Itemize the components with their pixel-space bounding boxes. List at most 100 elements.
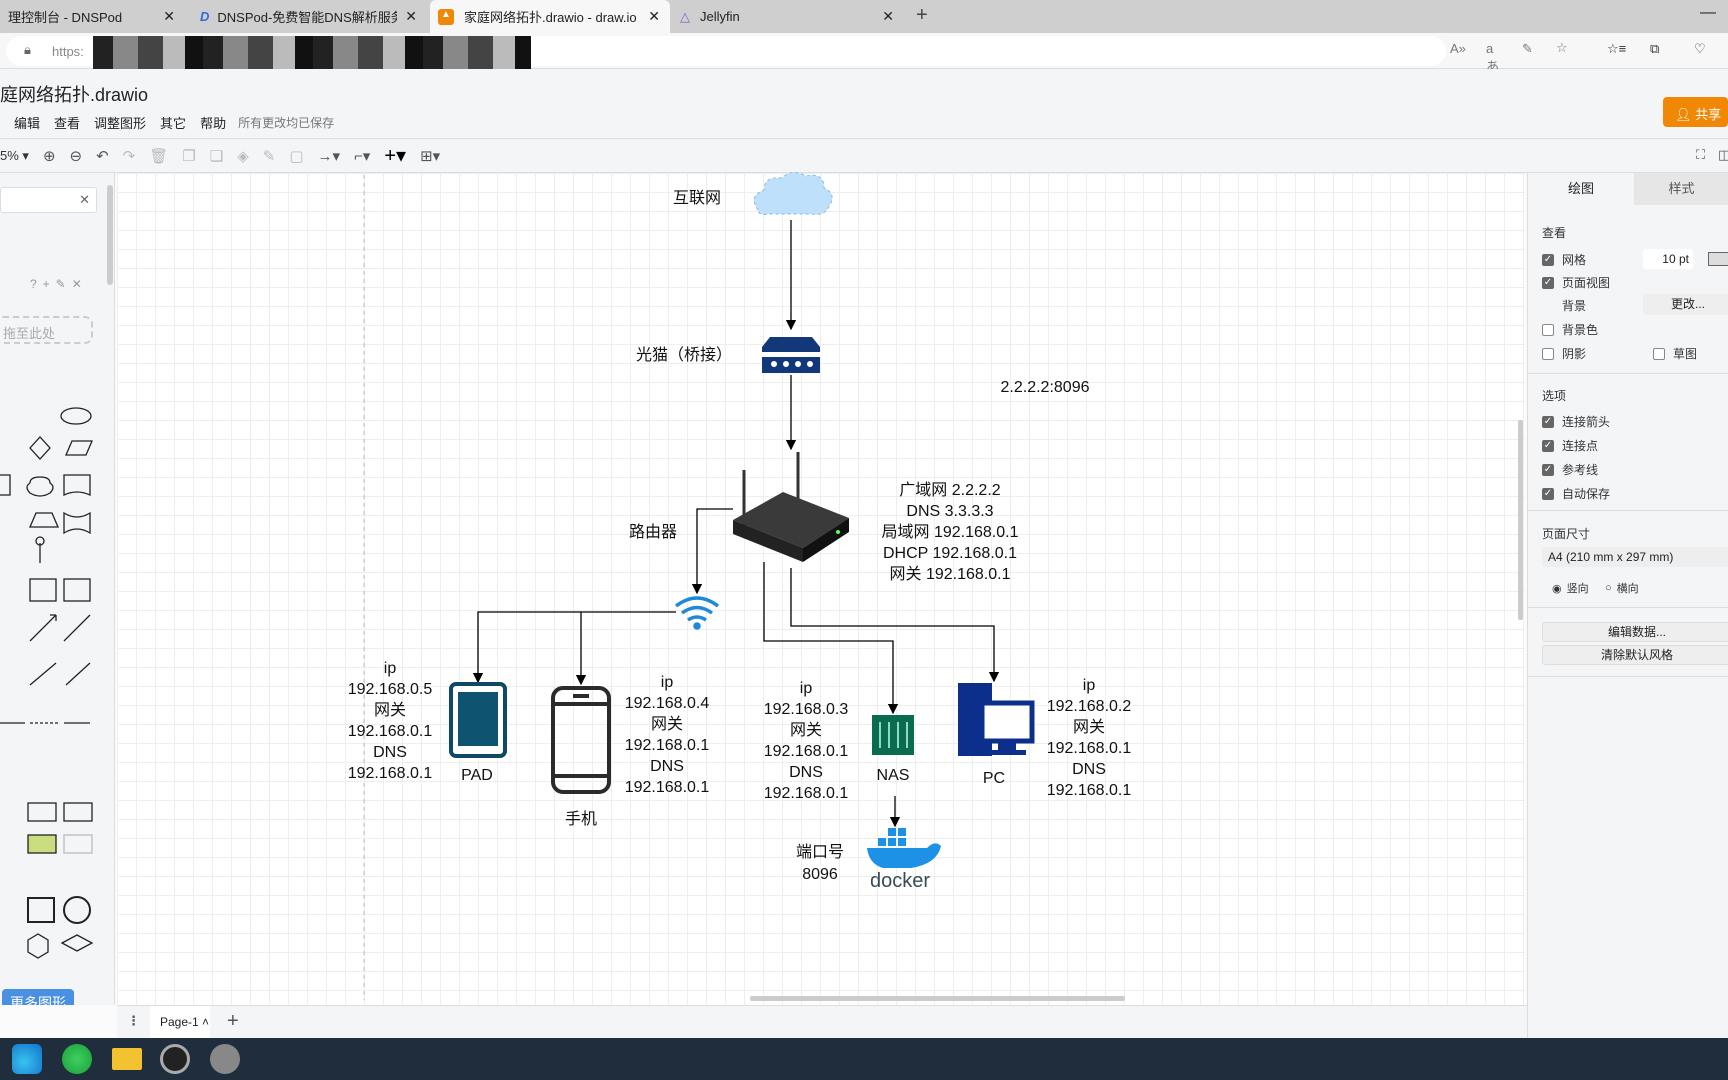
port-mapping-label: 2.2.2.2:8096 [1001, 379, 1090, 396]
taskbar [0, 1038, 1728, 1080]
pad-info: ip 192.168.0.5 网关 192.168.0.1 DNS 192.168.0.1 [348, 660, 433, 782]
page-bar: ⋮ Page-1 ˄ + [117, 1005, 1527, 1038]
page-view-label: 页面视图 [1562, 276, 1611, 290]
info-line: ip [661, 674, 674, 691]
router-icon [733, 452, 849, 562]
info-line: ip [384, 660, 397, 677]
router-dns: DNS 3.3.3.3 [906, 503, 993, 520]
connection-points-checkbox[interactable]: ✓ 连接点 [1542, 437, 1598, 454]
pc-label: PC [983, 770, 1005, 787]
divider [1528, 510, 1728, 511]
info-line: 192.168.0.1 [348, 765, 433, 782]
router-lan: 局域网 192.168.0.1 [882, 523, 1019, 541]
page-view-checkbox[interactable]: ✓ 页面视图 [1542, 274, 1610, 291]
info-line: 192.168.0.1 [348, 723, 433, 740]
nas-label: NAS [877, 767, 910, 784]
canvas-vertical-scrollbar[interactable] [1518, 420, 1523, 620]
sketch-checkbox[interactable]: 草图 [1653, 345, 1697, 362]
pad-label: PAD [461, 767, 493, 784]
info-line: DNS [1072, 761, 1106, 778]
file-explorer-icon[interactable] [112, 1048, 142, 1070]
info-line: DNS [789, 764, 823, 781]
radio-selected-icon: ◉ [1552, 582, 1562, 595]
obs-icon[interactable] [160, 1044, 190, 1074]
internet-cloud-icon [753, 172, 833, 215]
pages-menu-icon[interactable]: ⋮ [127, 1013, 140, 1029]
sketch-label: 草图 [1673, 347, 1698, 361]
modem-label: 光猫（桥接） [636, 346, 732, 364]
autosave-label: 自动保存 [1562, 487, 1611, 501]
info-line: 网关 [790, 721, 822, 739]
background-label: 背景 [1562, 299, 1587, 313]
view-section-title: 查看 [1542, 226, 1567, 240]
radio-icon: ○ [1605, 582, 1612, 594]
info-line: 网关 [374, 701, 406, 719]
guides-label: 参考线 [1562, 463, 1599, 477]
grid-size-input[interactable]: 10 pt [1643, 249, 1693, 269]
info-line: 192.168.0.4 [625, 695, 710, 712]
tab-style[interactable]: 样式 [1634, 173, 1728, 205]
divider [1528, 373, 1728, 374]
info-line: 192.168.0.1 [625, 779, 710, 796]
docker-port-title: 端口号 [796, 843, 844, 861]
docker-label: docker [870, 870, 930, 892]
guides-checkbox[interactable]: ✓ 参考线 [1542, 461, 1598, 478]
change-background-button[interactable]: 更改... [1643, 294, 1728, 315]
page-size-select[interactable]: A4 (210 mm x 297 mm) [1542, 547, 1728, 567]
tablet-icon [449, 682, 507, 758]
app-icon[interactable] [210, 1044, 240, 1074]
router-wan: 广域网 2.2.2.2 [899, 481, 1000, 499]
wechat-icon[interactable] [62, 1044, 92, 1074]
info-line: ip [1083, 677, 1096, 694]
wifi-icon [674, 596, 720, 630]
router-label: 路由器 [629, 523, 677, 541]
background-color-checkbox[interactable]: 背景色 [1542, 321, 1598, 338]
connection-arrows-label: 连接箭头 [1562, 415, 1611, 429]
portrait-radio[interactable]: ◉ 竖向 [1552, 580, 1589, 596]
info-line: 192.168.0.1 [1047, 782, 1132, 799]
nas-icon [872, 715, 914, 755]
pc-icon [958, 683, 1035, 756]
portrait-label: 竖向 [1566, 583, 1589, 595]
clear-default-style-button[interactable]: 清除默认风格 [1542, 645, 1728, 665]
page-tab[interactable]: Page-1 ˄ [150, 1006, 210, 1038]
network-diagram: 互联网 光猫（桥接） 2.2.2.2:8096 路由器 广域网 2.2.2.2 … [348, 172, 1523, 1001]
info-line: 192.168.0.1 [625, 737, 710, 754]
pc-info: ip 192.168.0.2 网关 192.168.0.1 DNS 192.168.0.1 [1047, 677, 1132, 799]
info-line: 192.168.0.1 [764, 743, 849, 760]
internet-label: 互联网 [673, 189, 721, 207]
page-tab-label: Page-1 [160, 1015, 199, 1029]
edge-icon[interactable] [12, 1044, 42, 1074]
info-line: DNS [650, 758, 684, 775]
edit-data-button[interactable]: 编辑数据... [1542, 622, 1728, 642]
info-line: 192.168.0.3 [764, 701, 849, 718]
background-color-label: 背景色 [1562, 323, 1599, 337]
shadow-checkbox[interactable]: 阴影 [1542, 345, 1586, 362]
grid-color-swatch[interactable] [1708, 252, 1728, 266]
router-dhcp: DHCP 192.168.0.1 [883, 545, 1017, 562]
docker-port-value: 8096 [802, 866, 838, 883]
phone-label: 手机 [565, 810, 597, 828]
info-line: 网关 [651, 715, 683, 733]
grid-label: 网格 [1562, 253, 1587, 267]
info-line: 网关 [1073, 718, 1105, 736]
landscape-label: 横向 [1616, 583, 1639, 595]
info-line: ip [800, 680, 813, 697]
connection-arrows-checkbox[interactable]: ✓ 连接箭头 [1542, 413, 1610, 430]
add-page-button[interactable]: + [227, 1010, 239, 1033]
format-panel: 绘图 样式 查看 ✓ 网格 10 pt ✓ 页面视图 背景 更改... 背景色 阴影… [1527, 173, 1728, 1038]
phone-info: ip 192.168.0.4 网关 192.168.0.1 DNS 192.168.0.1 [625, 674, 710, 796]
info-line: 192.168.0.5 [348, 681, 433, 698]
nas-info: ip 192.168.0.3 网关 192.168.0.1 DNS 192.168.0.1 [764, 680, 849, 802]
grid-checkbox[interactable]: ✓ 网格 [1542, 251, 1586, 268]
router-info: 广域网 2.2.2.2 DNS 3.3.3.3 局域网 192.168.0.1 … [882, 481, 1019, 583]
tab-diagram[interactable]: 绘图 [1528, 173, 1634, 205]
docker-icon: docker [867, 828, 941, 892]
landscape-radio[interactable]: ○ 横向 [1605, 580, 1639, 596]
connection-points-label: 连接点 [1562, 439, 1599, 453]
info-line: 192.168.0.2 [1047, 698, 1132, 715]
autosave-checkbox[interactable]: ✓ 自动保存 [1542, 485, 1610, 502]
info-line: DNS [373, 744, 407, 761]
router-gateway: 网关 192.168.0.1 [890, 565, 1011, 583]
canvas-horizontal-scrollbar[interactable] [750, 996, 1125, 1001]
